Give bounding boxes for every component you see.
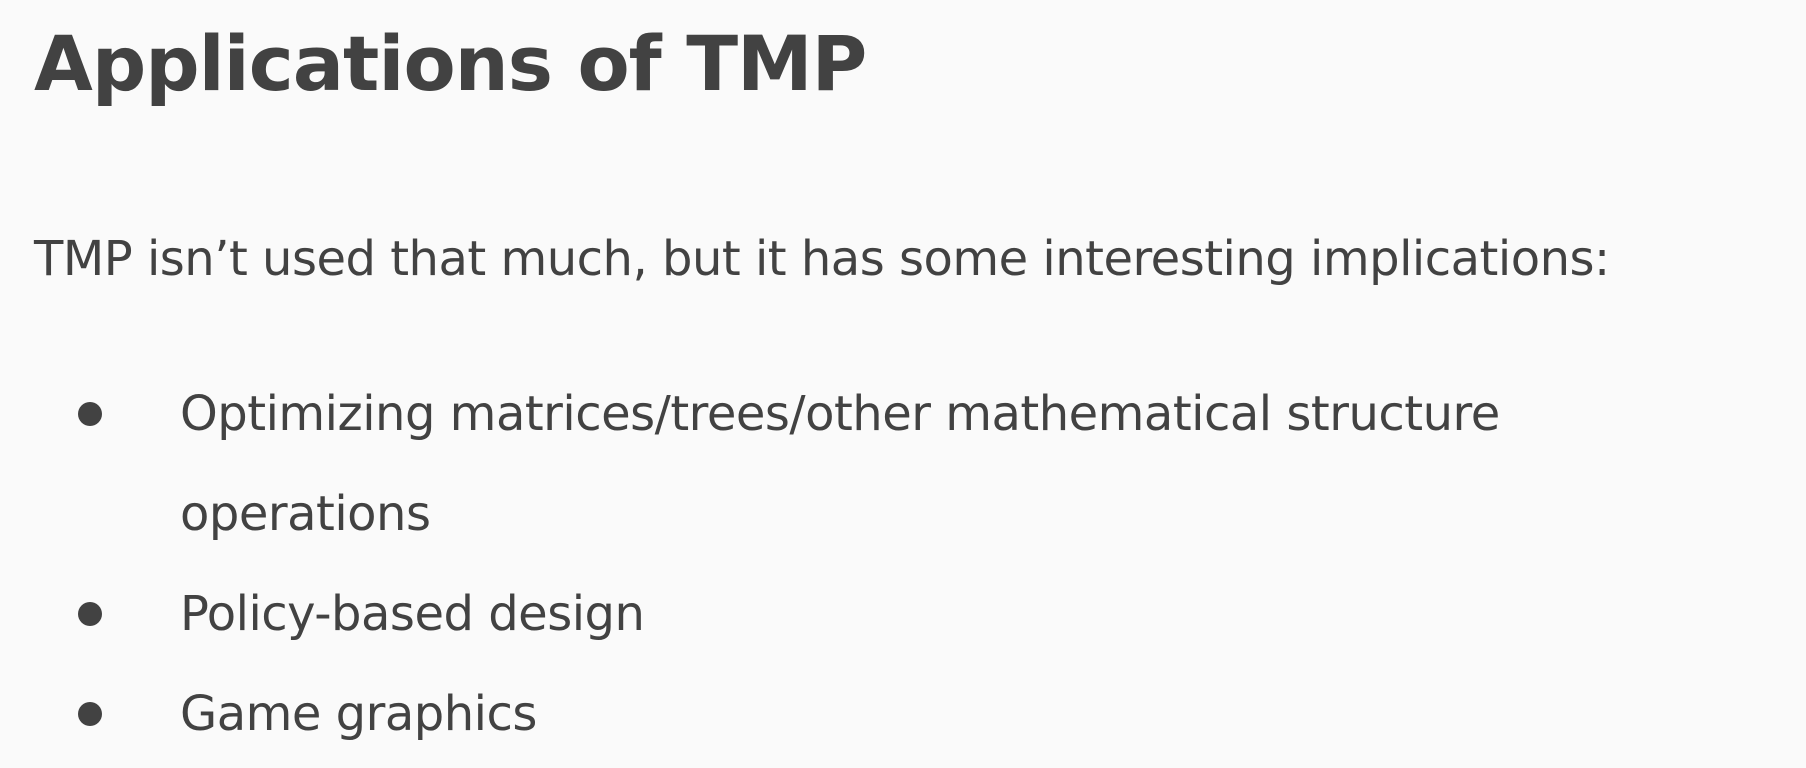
bullet-item: Game graphics — [0, 664, 1720, 764]
bullet-text: Optimizing matrices/trees/other mathemat… — [180, 386, 1500, 542]
intro-text: TMP isn’t used that much, but it has som… — [34, 231, 1610, 287]
bullet-list: Optimizing matrices/trees/other mathemat… — [0, 364, 1720, 764]
bullet-item: Optimizing matrices/trees/other mathemat… — [0, 364, 1720, 564]
bullet-dot-icon — [78, 702, 102, 726]
bullet-item: Policy-based design — [0, 564, 1720, 664]
bullet-text: Game graphics — [180, 686, 537, 742]
bullet-dot-icon — [78, 402, 102, 426]
slide: Applications of TMP TMP isn’t used that … — [0, 0, 1806, 768]
bullet-text: Policy-based design — [180, 586, 645, 642]
bullet-dot-icon — [78, 602, 102, 626]
slide-title: Applications of TMP — [34, 19, 867, 108]
